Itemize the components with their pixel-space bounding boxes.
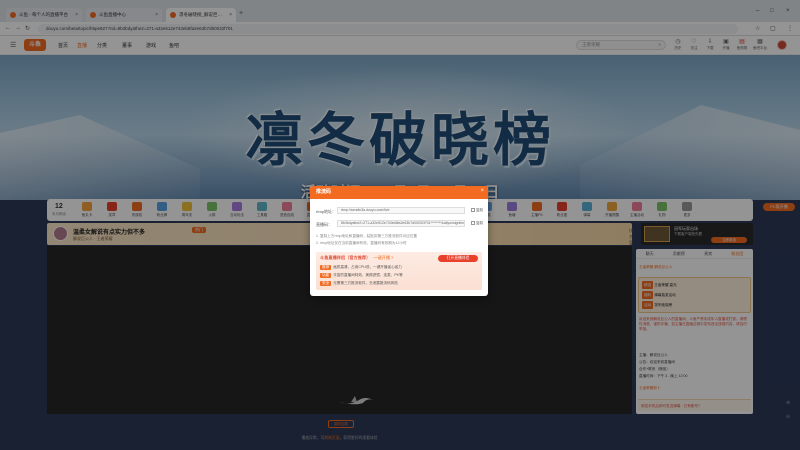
copy-icon <box>471 221 475 226</box>
dialog-note: 2. rtmp地址仅在当前直播间有效，直播码有效期为12小时 <box>316 241 407 245</box>
promo-tag: 安全 <box>320 281 332 286</box>
promo-row: 安全 无需第三方推流软件，无泄露推流码风险 <box>320 281 398 286</box>
dialog-title: 推流码 <box>310 186 488 199</box>
dialog-close-icon[interactable]: × <box>480 188 484 194</box>
stream-key-field[interactable]: 8b3bdyathe2=271-a32e512e743eb8fa2e63b7d0… <box>337 220 465 227</box>
promo-title: 斗鱼直播伴侣（官方推荐） <box>320 255 371 260</box>
promo-text: 无需第三方推流软件，无泄露推流码风险 <box>333 281 398 285</box>
copy-label: 复制 <box>476 208 483 212</box>
server-label: rtmp地址： <box>316 209 336 214</box>
dialog-note: 1. 复制上方rtmp地址和直播码，粘贴到第三方推流软件对应位置 <box>316 234 418 238</box>
promo-tag: 推荐 <box>320 265 332 270</box>
copy-icon <box>471 208 475 213</box>
promo-row: 功能 丰富的直播间特效、美颜滤镜、连麦、PK等 <box>320 273 403 278</box>
promo-row: 推荐 画质高清，占用CPU低，一键开播省心省力 <box>320 265 402 270</box>
promo-link[interactable]: 一键开播 > <box>373 255 393 260</box>
promo-tag: 功能 <box>320 273 332 278</box>
rtmp-server-field[interactable]: rtmp://sendtc3a.douyu.com/live <box>337 207 465 214</box>
key-label: 直播码： <box>316 222 332 227</box>
copy-key-button[interactable]: 复制 <box>471 221 483 226</box>
companion-app-promo: 斗鱼直播伴侣（官方推荐） 一键开播 > 打开直播伴侣 推荐 画质高清，占用CPU低，… <box>316 252 482 290</box>
open-companion-button[interactable]: 打开直播伴侣 <box>438 255 478 262</box>
promo-heading: 斗鱼直播伴侣（官方推荐） 一键开播 > <box>320 255 394 261</box>
promo-text: 画质高清，占用CPU低，一键开播省心省力 <box>333 265 402 269</box>
promo-text: 丰富的直播间特效、美颜滤镜、连麦、PK等 <box>333 273 403 277</box>
copy-server-button[interactable]: 复制 <box>471 208 483 213</box>
copy-label: 复制 <box>476 221 483 225</box>
